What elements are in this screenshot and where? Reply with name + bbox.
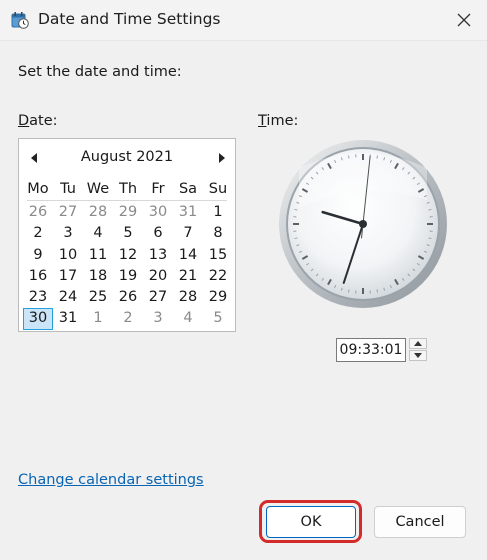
previous-month-button[interactable] <box>23 147 45 169</box>
minute-tick <box>347 289 350 293</box>
close-icon <box>457 13 471 27</box>
minute-tick <box>428 208 432 211</box>
minute-tick <box>347 155 350 159</box>
weekday-name: Fr <box>151 181 165 197</box>
time-decrement-button[interactable] <box>409 350 427 361</box>
time-input[interactable]: 09:33:01 <box>336 338 406 362</box>
day-cell[interactable]: 6 <box>143 223 173 244</box>
title-bar: Date and Time Settings <box>0 0 487 41</box>
weekday-name: Sa <box>178 181 198 197</box>
spin-up-icon <box>414 341 422 346</box>
day-cell[interactable]: 26 <box>23 202 53 223</box>
day-grid: 26 27 28 29 30 31 1 2 3 4 5 6 7 8 9 10 11 12 13 14 15 16 17 18 1… <box>23 202 233 330</box>
weekday-name: Su <box>208 181 228 197</box>
minute-tick <box>428 237 432 240</box>
time-increment-button[interactable] <box>409 338 427 349</box>
day-cell[interactable]: 20 <box>143 266 173 287</box>
weekday-name: Th <box>118 181 138 197</box>
calendar-header: August 2021 <box>19 147 235 169</box>
day-cell[interactable]: 3 <box>143 308 173 329</box>
ok-button[interactable]: OK <box>266 506 356 538</box>
day-cell[interactable]: 7 <box>173 223 203 244</box>
day-cell[interactable]: 28 <box>173 287 203 308</box>
weekday-name: Tu <box>60 181 76 197</box>
day-cell[interactable]: 29 <box>203 287 233 308</box>
weekday-header: Mo Tu We Th Fr Sa Su <box>23 181 233 201</box>
minute-tick <box>376 155 379 159</box>
window-title: Date and Time Settings <box>38 10 221 28</box>
day-cell[interactable]: 23 <box>23 287 53 308</box>
next-month-button[interactable] <box>211 147 233 169</box>
day-cell[interactable]: 16 <box>23 266 53 287</box>
calendar: August 2021 Mo Tu We Th Fr Sa Su 26 27 28 29 30 31 1… <box>18 138 236 332</box>
weekday-name: Mo <box>27 181 49 197</box>
month-year-label[interactable]: August 2021 <box>59 149 195 165</box>
day-cell[interactable]: 21 <box>173 266 203 287</box>
day-cell[interactable]: 14 <box>173 245 203 266</box>
clock-face <box>279 140 447 308</box>
day-cell[interactable]: 13 <box>143 245 173 266</box>
weekday-name: We <box>86 181 110 197</box>
day-cell[interactable]: 19 <box>113 266 143 287</box>
day-cell[interactable]: 8 <box>203 223 233 244</box>
analog-clock <box>277 138 449 310</box>
day-cell[interactable]: 2 <box>113 308 143 329</box>
change-calendar-settings-link[interactable]: Change calendar settings <box>18 472 204 488</box>
day-cell[interactable]: 2 <box>23 223 53 244</box>
minute-tick <box>376 289 379 293</box>
day-cell[interactable]: 18 <box>83 266 113 287</box>
day-cell[interactable]: 28 <box>83 202 113 223</box>
chevron-left-icon <box>31 153 37 163</box>
close-button[interactable] <box>446 4 482 36</box>
day-cell[interactable]: 29 <box>113 202 143 223</box>
selected-day-cell[interactable]: 30 <box>23 308 53 330</box>
day-cell[interactable]: 24 <box>53 287 83 308</box>
day-cell[interactable]: 4 <box>173 308 203 329</box>
day-cell[interactable]: 26 <box>113 287 143 308</box>
day-cell[interactable]: 17 <box>53 266 83 287</box>
day-cell[interactable]: 30 <box>143 202 173 223</box>
spin-down-icon <box>414 353 422 358</box>
day-cell[interactable]: 4 <box>83 223 113 244</box>
day-cell[interactable]: 9 <box>23 245 53 266</box>
cancel-button[interactable]: Cancel <box>374 506 466 538</box>
day-cell[interactable]: 25 <box>83 287 113 308</box>
time-label: Time: <box>258 113 299 129</box>
day-cell[interactable]: 5 <box>203 308 233 329</box>
day-cell[interactable]: 1 <box>203 202 233 223</box>
minute-tick <box>294 237 298 240</box>
date-time-app-icon <box>11 12 29 29</box>
clock-center-pin <box>359 220 367 228</box>
weekday-divider <box>27 200 227 201</box>
chevron-right-icon <box>219 153 225 163</box>
date-label: Date: <box>18 113 58 129</box>
instruction-text: Set the date and time: <box>18 64 182 80</box>
day-cell[interactable]: 1 <box>83 308 113 329</box>
day-cell[interactable]: 15 <box>203 245 233 266</box>
day-cell[interactable]: 12 <box>113 245 143 266</box>
day-cell[interactable]: 27 <box>143 287 173 308</box>
day-cell[interactable]: 5 <box>113 223 143 244</box>
day-cell[interactable]: 10 <box>53 245 83 266</box>
minute-tick <box>294 208 298 211</box>
day-cell[interactable]: 27 <box>53 202 83 223</box>
day-cell[interactable]: 31 <box>173 202 203 223</box>
day-cell[interactable]: 31 <box>53 308 83 329</box>
day-cell[interactable]: 11 <box>83 245 113 266</box>
day-cell[interactable]: 3 <box>53 223 83 244</box>
day-cell[interactable]: 22 <box>203 266 233 287</box>
